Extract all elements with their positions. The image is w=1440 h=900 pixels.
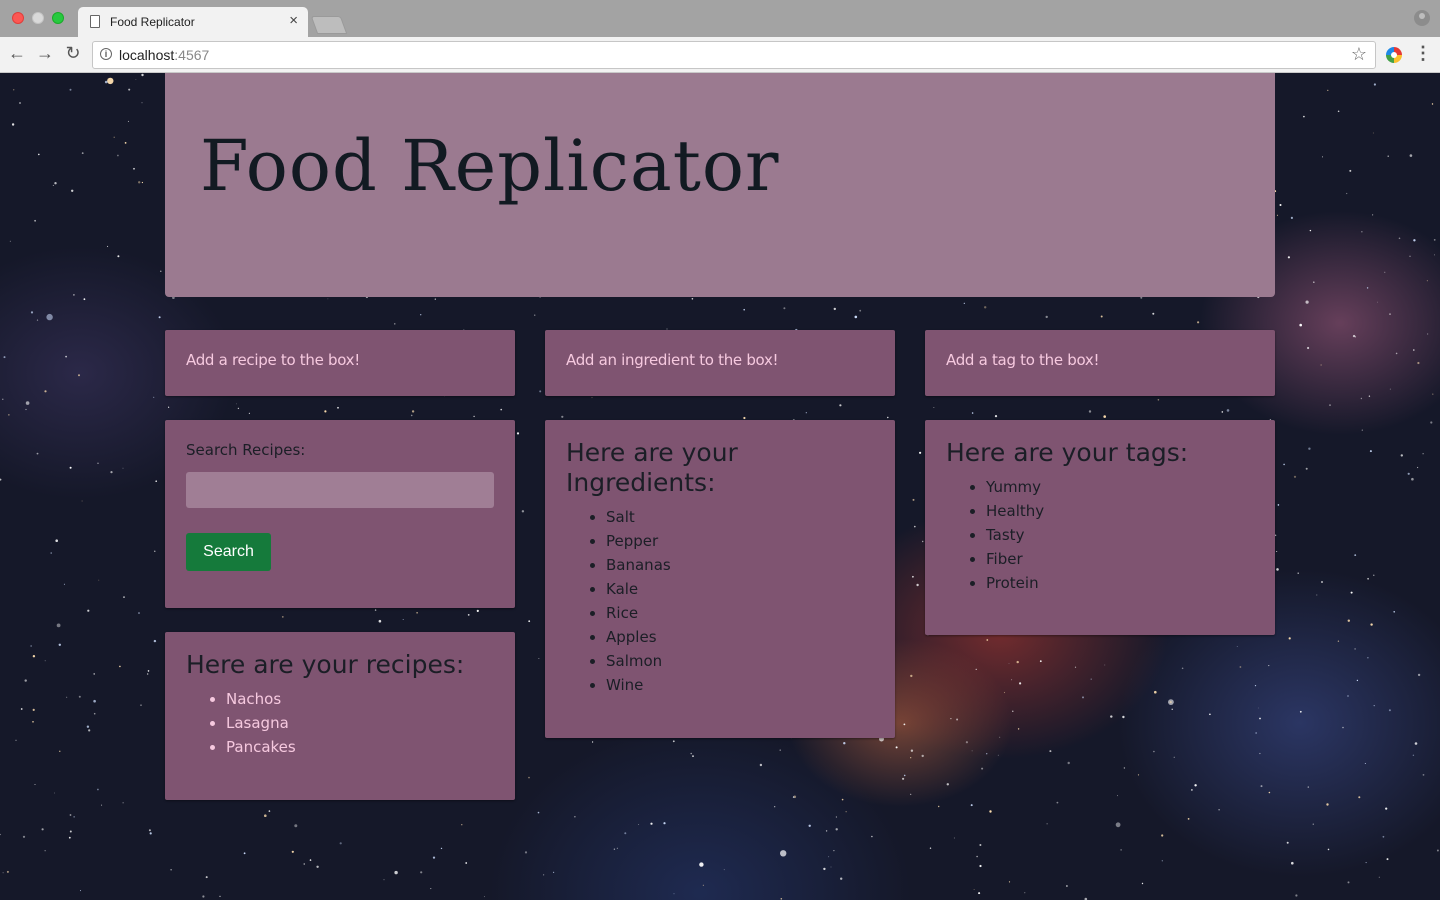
tags-panel: Here are your tags: Yummy Healthy Tasty … [925,420,1275,635]
recipe-link[interactable]: Nachos [226,690,281,708]
add-ingredient-link[interactable]: Add an ingredient to the box! [566,351,779,369]
page-viewport: Food Replicator Add a recipe to the box!… [0,73,1440,900]
list-item: Pepper [606,529,671,553]
list-item: Wine [606,673,671,697]
list-item: Kale [606,577,671,601]
tab-title: Food Replicator [110,15,195,29]
address-bar[interactable]: i localhost:4567 ☆ [92,41,1376,69]
forward-icon[interactable]: → [35,43,55,64]
browser-toolbar: ← → ↻ i localhost:4567 ☆ ⋮ [0,37,1440,73]
profile-icon[interactable] [1414,10,1430,26]
menu-icon[interactable]: ⋮ [1414,43,1432,64]
search-panel: Search Recipes: Search [165,420,515,608]
list-item: Yummy [986,475,1044,499]
browser-tab[interactable]: Food Replicator × [78,7,308,37]
new-tab-button[interactable] [310,16,348,34]
search-button[interactable]: Search [186,533,271,571]
list-item: Bananas [606,553,671,577]
list-item[interactable]: Nachos [226,687,296,711]
add-tag-panel: Add a tag to the box! [925,330,1275,396]
maximize-window-button[interactable] [52,12,64,24]
search-label: Search Recipes: [186,441,306,459]
add-ingredient-panel: Add an ingredient to the box! [545,330,895,396]
tags-heading: Here are your tags: [946,438,1189,467]
add-tag-link[interactable]: Add a tag to the box! [946,351,1099,369]
page-title: Food Replicator [200,125,780,207]
browser-tab-strip: Food Replicator × [0,0,1440,37]
back-icon[interactable]: ← [7,43,27,64]
search-input[interactable] [186,472,494,508]
info-icon[interactable]: i [100,48,112,60]
tab-close-icon[interactable]: × [289,12,298,29]
close-window-button[interactable] [12,12,24,24]
list-item[interactable]: Lasagna [226,711,296,735]
url-text: localhost:4567 [119,47,210,63]
page-icon [90,15,100,28]
list-item: Fiber [986,547,1044,571]
list-item: Rice [606,601,671,625]
add-recipe-link[interactable]: Add a recipe to the box! [186,351,360,369]
list-item: Apples [606,625,671,649]
ingredients-list: Salt Pepper Bananas Kale Rice Apples Sal… [566,505,671,697]
header-jumbotron: Food Replicator [165,73,1275,297]
list-item: Protein [986,571,1044,595]
minimize-window-button[interactable] [32,12,44,24]
tags-list: Yummy Healthy Tasty Fiber Protein [946,475,1044,595]
reload-icon[interactable]: ↻ [63,43,83,64]
list-item: Salmon [606,649,671,673]
recipe-link[interactable]: Lasagna [226,714,289,732]
list-item: Tasty [986,523,1044,547]
list-item[interactable]: Pancakes [226,735,296,759]
recipes-list: Nachos Lasagna Pancakes [186,687,296,759]
ingredients-panel: Here are your Ingredients: Salt Pepper B… [545,420,895,738]
list-item: Salt [606,505,671,529]
bookmark-star-icon[interactable]: ☆ [1351,44,1367,65]
add-recipe-panel: Add a recipe to the box! [165,330,515,396]
recipes-panel: Here are your recipes: Nachos Lasagna Pa… [165,632,515,800]
list-item: Healthy [986,499,1044,523]
ingredients-heading: Here are your Ingredients: [566,438,738,497]
recipes-heading: Here are your recipes: [186,650,465,679]
recipe-link[interactable]: Pancakes [226,738,296,756]
extension-icon[interactable] [1386,47,1402,63]
